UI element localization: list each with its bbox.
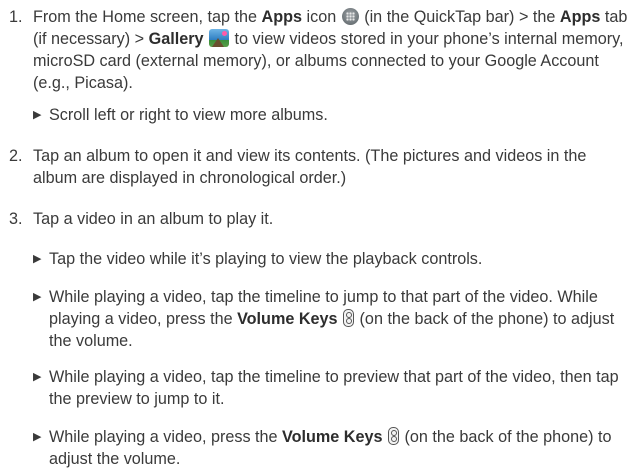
list-item: ▶ Tap the video while it’s playing to vi… (33, 250, 483, 268)
volume-keys-label: Volume Keys (237, 310, 338, 328)
instruction-document: 1. From the Home screen, tap the Apps ic… (0, 0, 637, 475)
volume-keys-label: Volume Keys (282, 428, 383, 446)
step-text: Tap a video in an album to play it. (33, 210, 274, 228)
step-1: 1. From the Home screen, tap the Apps ic… (9, 6, 629, 94)
bullet-icon: ▶ (33, 431, 42, 443)
gallery-label: Gallery (148, 30, 204, 48)
step-text: From the Home screen, tap the Apps icon … (33, 8, 628, 92)
step-text: Tap an album to open it and view its con… (33, 147, 587, 187)
bullet-icon: ▶ (33, 371, 42, 383)
step-number: 2. (9, 147, 23, 165)
bullet-icon: ▶ (33, 253, 42, 265)
volume-keys-icon (343, 309, 355, 327)
list-item: ▶ While playing a video, tap the timelin… (33, 288, 615, 350)
apps-tab-label: Apps (559, 8, 601, 26)
bullet-icon: ▶ (33, 291, 42, 303)
step-3: 3. Tap a video in an album to play it. (9, 208, 629, 230)
gallery-icon (209, 29, 230, 47)
apps-icon (341, 8, 359, 25)
volume-keys-icon (388, 427, 400, 445)
step-number: 1. (9, 8, 23, 26)
step-2: 2. Tap an album to open it and view its … (9, 145, 629, 189)
list-item: ▶ While playing a video, press the Volum… (33, 427, 612, 468)
apps-label: Apps (261, 8, 302, 26)
bullet-icon: ▶ (33, 109, 42, 121)
step-number: 3. (9, 210, 23, 228)
list-item: ▶ Scroll left or right to view more albu… (33, 106, 328, 124)
list-item: ▶ While playing a video, tap the timelin… (33, 368, 619, 408)
